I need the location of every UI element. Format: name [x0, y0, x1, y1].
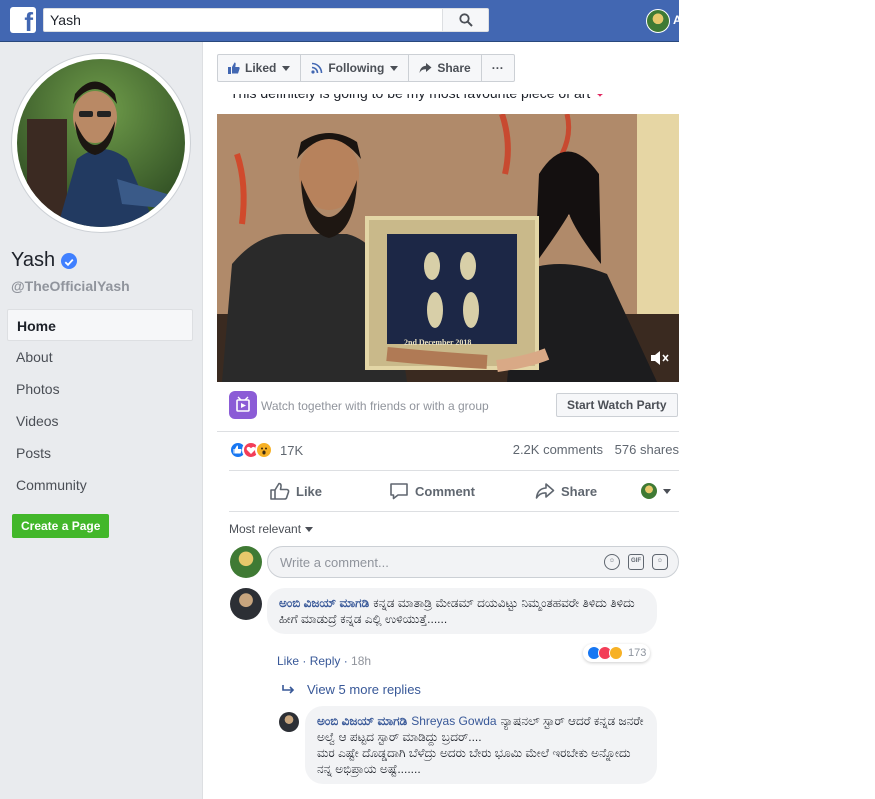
nav-item-posts[interactable]: Posts: [7, 437, 193, 469]
facebook-logo-letter: f: [24, 7, 33, 37]
gif-icon[interactable]: GIF: [628, 554, 644, 570]
chevron-down-icon: [305, 526, 314, 532]
shares-count[interactable]: 576 shares: [615, 442, 679, 457]
user-name-truncated[interactable]: A: [673, 13, 679, 27]
view-more-replies-link[interactable]: View 5 more replies: [281, 682, 421, 697]
nav-item-about[interactable]: About: [7, 341, 193, 373]
liked-label: Liked: [245, 61, 277, 75]
post-action-row: Like Comment Share: [229, 470, 679, 512]
share-page-button[interactable]: Share: [409, 55, 482, 81]
share-arrow-outline-icon: [535, 483, 555, 499]
profile-picture[interactable]: [11, 53, 191, 233]
search-icon: [458, 13, 473, 27]
nav-item-community[interactable]: Community: [7, 469, 193, 501]
thumbs-up-outline-icon: [270, 482, 290, 500]
search-button[interactable]: [443, 8, 489, 32]
like-button[interactable]: Like: [270, 482, 322, 500]
composer-avatar: [230, 546, 262, 578]
view-more-replies-label: View 5 more replies: [307, 682, 421, 697]
haha-reaction-icon: [609, 646, 623, 660]
page-sidebar: Yash @TheOfficialYash Home About Photos …: [0, 42, 203, 799]
share-button[interactable]: Share: [535, 482, 597, 500]
comments-count[interactable]: 2.2K comments: [513, 442, 603, 457]
top-navigation-bar: f Yash A: [0, 0, 679, 42]
reply-tagged-user[interactable]: Shreyas Gowda: [411, 714, 496, 728]
watch-party-row: Watch together with friends or with a gr…: [217, 382, 679, 432]
reply-avatar[interactable]: [279, 712, 299, 732]
comment-like-link[interactable]: Like: [277, 654, 299, 668]
start-watch-party-button[interactable]: Start Watch Party: [556, 393, 678, 417]
verified-badge-icon: [61, 252, 78, 269]
rss-feed-icon: [311, 62, 323, 74]
sticker-icon[interactable]: ☺: [652, 554, 668, 570]
user-avatar[interactable]: [646, 9, 670, 33]
facebook-logo-icon[interactable]: f: [10, 7, 36, 37]
like-label: Like: [296, 483, 323, 499]
comment-reply-link[interactable]: Reply: [310, 654, 341, 668]
reply-text-line2: ಮರ ಎಷ್ಟೇ ದೊಡ್ಡದಾಗಿ ಬೆಳೆದ್ರು ಅದರು ಬೇರು ಭೂ…: [317, 746, 631, 776]
page-title-text: Yash: [11, 249, 56, 271]
post-card: This definitely is going to be my most f…: [217, 42, 679, 799]
reply-arrow-icon: [282, 684, 295, 694]
comment-reaction-count: 173: [628, 647, 647, 659]
nav-item-photos[interactable]: Photos: [7, 373, 193, 405]
chevron-down-icon: [390, 65, 399, 71]
share-label: Share: [437, 61, 471, 75]
selector-avatar: [641, 483, 657, 499]
following-label: Following: [328, 61, 385, 75]
reply-bubble: ಅಂಬಿ ವಿಜಯ್ ಮಾಗಡಿ Shreyas Gowda ನ್ಯಾಷನಲ್ ಸ್…: [305, 706, 657, 784]
page-nav: Home About Photos Videos Posts Community: [7, 309, 193, 501]
volume-mute-icon[interactable]: [651, 351, 669, 368]
comment-time[interactable]: 18h: [351, 654, 371, 668]
page-action-bar: Liked Following Share ···: [217, 54, 515, 82]
post-as-selector[interactable]: [641, 483, 671, 499]
chevron-down-icon: [282, 65, 291, 71]
comment-sort-label: Most relevant: [229, 522, 302, 536]
watch-party-text: Watch together with friends or with a gr…: [261, 399, 489, 413]
comment-bubble-icon: [390, 483, 408, 500]
wow-reaction-icon: [255, 441, 273, 459]
chevron-down-icon: [663, 488, 671, 494]
emoji-icon[interactable]: ☺: [604, 554, 620, 570]
reactions-summary[interactable]: 17K: [229, 440, 303, 460]
reply-author[interactable]: ಅಂಬಿ ವಿಜಯ್ ಮಾಗಡಿ: [317, 714, 407, 728]
engagement-counts: 2.2K comments 576 shares: [505, 442, 679, 457]
following-button[interactable]: Following: [301, 55, 410, 81]
comment-meta: Like · Reply · 18h: [277, 654, 372, 668]
comment-bubble: ಅಂಬಿ ವಿಜಯ್ ಮಾಗಡಿ ಕನ್ನಡ ಮಾತಾಡ್ರಿ ಮೇಡಮ್ ದಯವ…: [267, 588, 657, 634]
reactions-count: 17K: [280, 442, 304, 458]
page-title[interactable]: Yash: [11, 249, 78, 272]
search-input[interactable]: Yash: [43, 8, 443, 32]
comment-reactions[interactable]: 173: [583, 644, 651, 662]
thumbs-up-icon: [228, 62, 240, 74]
profile-photo: [17, 59, 185, 227]
comment-composer[interactable]: Write a comment... ☺ GIF ☺: [267, 546, 679, 578]
share-label: Share: [561, 483, 598, 499]
share-arrow-icon: [419, 63, 432, 73]
nav-item-home[interactable]: Home: [7, 309, 193, 341]
liked-button[interactable]: Liked: [218, 55, 302, 81]
comment-label: Comment: [415, 483, 475, 499]
nav-item-videos[interactable]: Videos: [7, 405, 193, 437]
video-player[interactable]: 2nd December 2018: [217, 114, 679, 382]
watch-party-icon: [229, 391, 257, 419]
more-options-button[interactable]: ···: [482, 55, 514, 81]
commenter-avatar[interactable]: [230, 588, 262, 620]
caption-cover: [217, 84, 679, 94]
comment-author[interactable]: ಅಂಬಿ ವಿಜಯ್ ಮಾಗಡಿ: [279, 596, 369, 610]
comment-sort-dropdown[interactable]: Most relevant: [229, 522, 314, 536]
create-page-button[interactable]: Create a Page: [12, 514, 110, 538]
comment-input[interactable]: Write a comment...: [280, 555, 389, 570]
comment-button[interactable]: Comment: [389, 482, 475, 500]
frame-caption: 2nd December 2018: [404, 338, 472, 347]
page-handle[interactable]: @TheOfficialYash: [11, 278, 130, 294]
